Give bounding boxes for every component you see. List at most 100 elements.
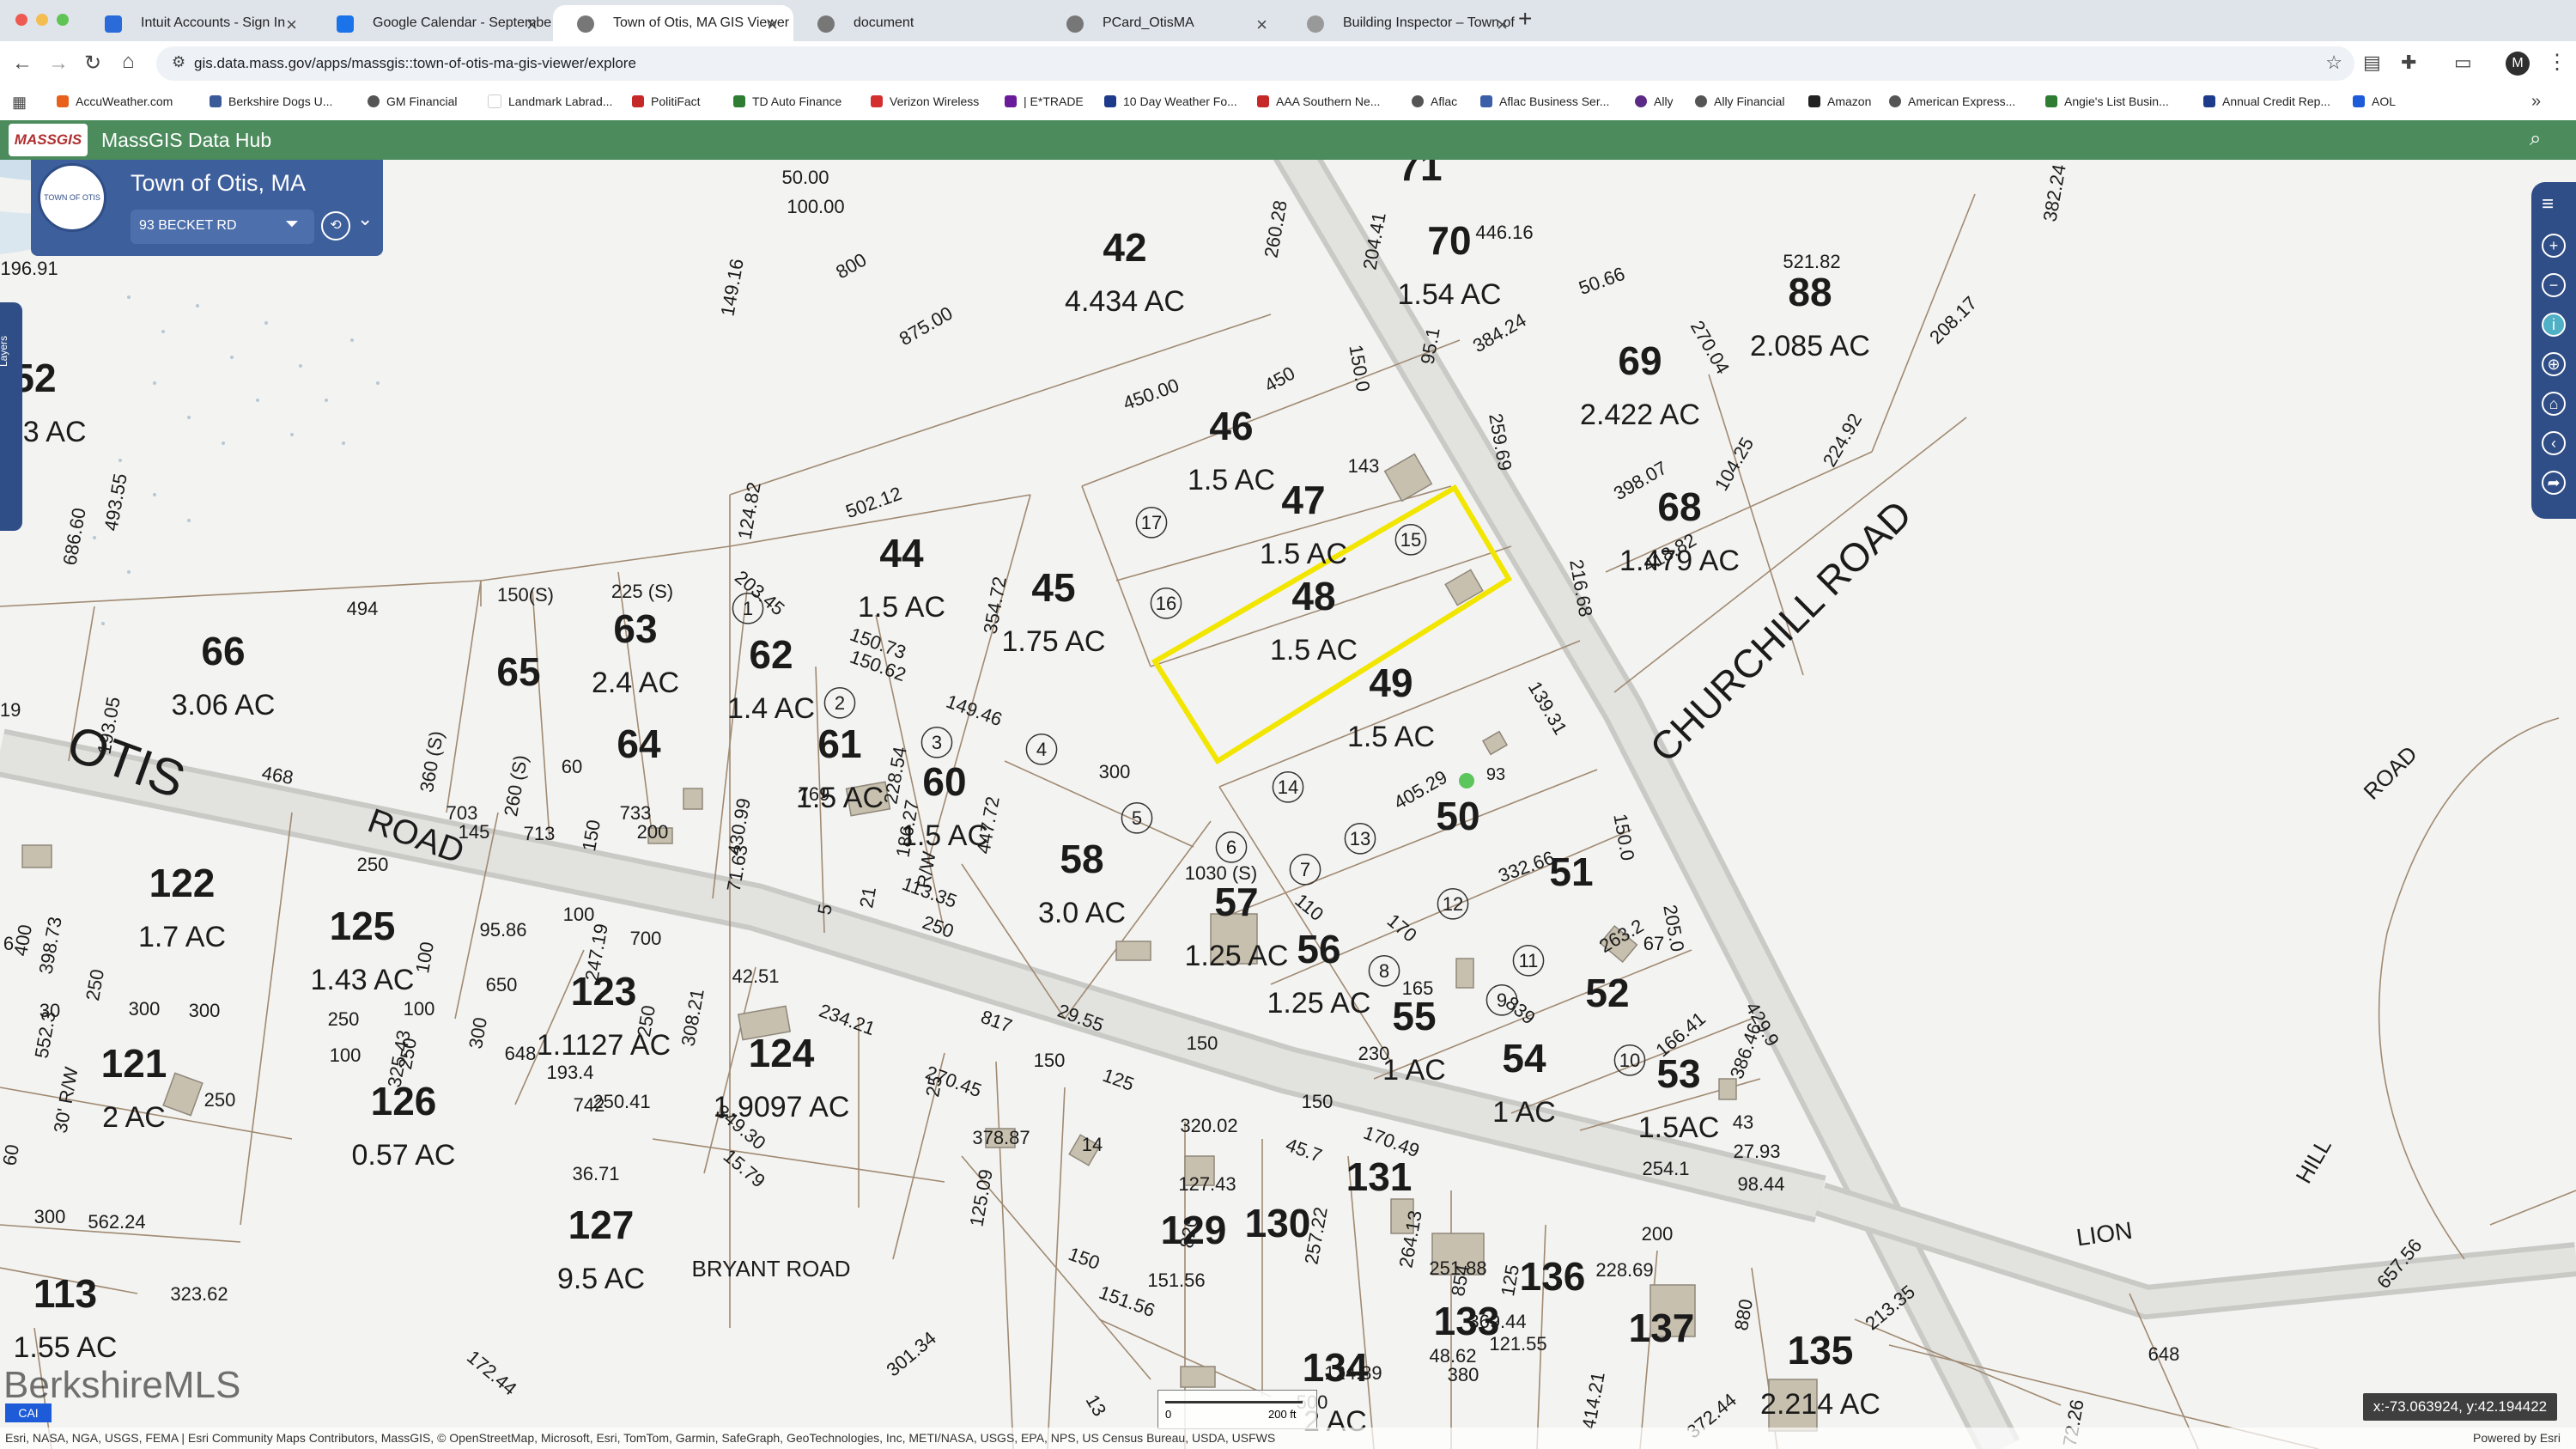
bookmark-item[interactable]: Amazon bbox=[1808, 94, 1871, 108]
reading-list-icon[interactable]: ▤ bbox=[2363, 52, 2381, 74]
close-tab-icon[interactable]: × bbox=[286, 14, 297, 36]
browser-tab[interactable]: document bbox=[793, 5, 1042, 41]
bookmark-item[interactable]: Ally Financial bbox=[1695, 94, 1784, 108]
bookmark-item[interactable]: AccuWeather.com bbox=[57, 94, 173, 108]
dimension-label: 14 bbox=[1082, 1134, 1103, 1155]
tab-label: Intuit Accounts - Sign In bbox=[141, 15, 286, 30]
browser-tab[interactable]: PCard_OtisMA × bbox=[1042, 5, 1283, 41]
road-label: BRYANT ROAD bbox=[692, 1256, 851, 1282]
browser-tab[interactable]: Google Calendar - Septembe × bbox=[313, 5, 553, 41]
bookmark-item[interactable]: GM Financial bbox=[368, 94, 457, 108]
bookmark-icon bbox=[210, 95, 222, 107]
attribution-bar: Esri, NASA, NGA, USGS, FEMA | Esri Commu… bbox=[0, 1428, 2576, 1449]
close-tab-icon[interactable]: × bbox=[526, 14, 538, 36]
lot-number-label: 2 bbox=[835, 692, 845, 714]
dimension-label: 27.93 bbox=[1733, 1141, 1780, 1162]
parcel-id-label: 54 bbox=[1502, 1036, 1546, 1081]
reload-icon[interactable]: ↻ bbox=[84, 51, 101, 76]
dimension-label: 369.44 bbox=[1468, 1311, 1526, 1332]
bookmark-star-icon[interactable]: ☆ bbox=[2325, 52, 2342, 74]
attribution-text: Esri, NASA, NGA, USGS, FEMA | Esri Commu… bbox=[5, 1431, 1276, 1445]
filter-icon[interactable]: ⏷ bbox=[285, 215, 299, 234]
apps-grid-icon[interactable]: ▦ bbox=[12, 94, 27, 112]
parcel-id-label: 46 bbox=[1209, 404, 1253, 448]
more-bookmarks-icon[interactable]: » bbox=[2531, 92, 2541, 112]
parcel-id-label: 65 bbox=[496, 649, 540, 694]
map-tools-strip: ≡ + − i ⊕ ⌂ ‹ ➦ bbox=[2531, 182, 2576, 519]
bookmark-item[interactable]: American Express... bbox=[1889, 94, 2015, 108]
bookmark-item[interactable]: Landmark Labrad... bbox=[488, 94, 612, 108]
dimension-label: 60 bbox=[0, 1142, 23, 1166]
map-canvas[interactable]: 42 4.434 AC 44 1.5 AC 45 1.75 AC 46 1.5 AC 47 1.5… bbox=[0, 160, 2576, 1449]
new-tab-icon[interactable]: + bbox=[1518, 5, 1532, 33]
parcel-map-svg[interactable]: 424.434 AC441.5 AC 451.75 AC461.5 AC 471.5… bbox=[0, 160, 2576, 1449]
address-search-field[interactable]: 93 BECKET RD ⏷ bbox=[131, 210, 314, 244]
bookmarks-bar: ▦ AccuWeather.com Berkshire Dogs U... GM… bbox=[0, 86, 2576, 121]
bookmark-item[interactable]: Aflac Business Ser... bbox=[1480, 94, 1609, 108]
bookmark-item[interactable]: | E*TRADE bbox=[1005, 94, 1084, 108]
location-pin-icon bbox=[1459, 773, 1474, 788]
side-panel-icon[interactable]: ▭ bbox=[2454, 52, 2472, 74]
menu-kebab-icon[interactable]: ⋮ bbox=[2547, 50, 2567, 75]
window-zoom-dot[interactable] bbox=[57, 14, 69, 26]
browser-tab-active[interactable]: Town of Otis, MA GIS Viewer × bbox=[553, 5, 793, 41]
window-minimize-dot[interactable] bbox=[36, 14, 48, 26]
hub-title[interactable]: MassGIS Data Hub bbox=[101, 129, 271, 152]
dimension-label: 323.62 bbox=[170, 1283, 228, 1305]
dimension-label: 100 bbox=[563, 904, 595, 925]
bookmark-item[interactable]: AOL bbox=[2353, 94, 2396, 108]
angies-list-icon bbox=[2045, 95, 2057, 107]
bookmark-item[interactable]: Annual Credit Rep... bbox=[2203, 94, 2330, 108]
back-icon[interactable]: ← bbox=[12, 52, 33, 76]
bookmark-item[interactable]: 10 Day Weather Fo... bbox=[1104, 94, 1237, 108]
browser-toolbar: ← → ↻ ⌂ ⚙ gis.data.mass.gov/apps/massgis… bbox=[0, 41, 2576, 86]
bookmark-item[interactable]: Verizon Wireless bbox=[871, 94, 979, 108]
home-extent-icon[interactable]: ⌂ bbox=[2542, 392, 2566, 416]
bookmark-item[interactable]: TD Auto Finance bbox=[733, 94, 841, 108]
layers-tab[interactable]: Layers bbox=[0, 302, 22, 531]
tab-label: document bbox=[854, 15, 914, 30]
lot-number-label: 7 bbox=[1300, 859, 1310, 880]
bookmark-item[interactable]: Angie's List Busin... bbox=[2045, 94, 2169, 108]
parcel-acreage-label: 3.0 AC bbox=[1038, 897, 1126, 929]
zoom-in-icon[interactable]: + bbox=[2542, 234, 2566, 258]
window-close-dot[interactable] bbox=[15, 14, 27, 26]
bookmark-item[interactable]: Aflac bbox=[1412, 94, 1457, 108]
parcel-id-label: 125 bbox=[330, 904, 396, 948]
close-tab-icon[interactable]: × bbox=[1497, 14, 1508, 36]
locate-icon[interactable]: ⊕ bbox=[2542, 352, 2566, 376]
address-bar[interactable]: ⚙ gis.data.mass.gov/apps/massgis::town-o… bbox=[156, 46, 2354, 81]
share-icon[interactable]: ➦ bbox=[2542, 471, 2566, 495]
collapse-panel-icon[interactable]: ⌄ bbox=[357, 208, 373, 230]
parcel-id-label: 49 bbox=[1369, 661, 1413, 705]
browser-tab[interactable]: Building Inspector – Town of × bbox=[1283, 5, 1523, 41]
powered-by-esri[interactable]: Powered by Esri bbox=[2473, 1431, 2561, 1445]
massgis-logo[interactable]: MASSGIS bbox=[9, 124, 88, 156]
ally-icon bbox=[1635, 95, 1647, 107]
avatar[interactable]: M bbox=[2506, 52, 2530, 76]
parcel-acreage-label: 1.5 AC bbox=[1260, 538, 1347, 570]
cai-logo: CAI bbox=[5, 1403, 52, 1422]
menu-icon[interactable]: ≡ bbox=[2542, 192, 2554, 216]
bookmark-item[interactable]: Ally bbox=[1635, 94, 1674, 108]
parcel-acreage-label: 2.4 AC bbox=[592, 667, 679, 699]
bookmark-item[interactable]: Berkshire Dogs U... bbox=[210, 94, 332, 108]
close-tab-icon[interactable]: × bbox=[767, 14, 778, 36]
globe-icon bbox=[1066, 15, 1084, 33]
home-icon[interactable]: ⌂ bbox=[122, 50, 135, 74]
zoom-out-icon[interactable]: − bbox=[2542, 273, 2566, 297]
browser-tab[interactable]: Intuit Accounts - Sign In × bbox=[81, 5, 313, 41]
info-icon[interactable]: i bbox=[2542, 313, 2566, 337]
parcel-id-label: 63 bbox=[613, 606, 657, 651]
bookmark-item[interactable]: PolitiFact bbox=[632, 94, 701, 108]
forward-icon[interactable]: → bbox=[48, 52, 69, 76]
extensions-icon[interactable]: ✚ bbox=[2401, 52, 2416, 74]
parcel-id-label: 51 bbox=[1549, 849, 1593, 894]
back-extent-icon[interactable]: ‹ bbox=[2542, 431, 2566, 455]
site-info-icon[interactable]: ⚙ bbox=[172, 53, 185, 71]
lasso-select-icon[interactable]: ⟲ bbox=[321, 211, 350, 240]
search-icon[interactable]: ⌕ bbox=[2530, 127, 2541, 151]
dimension-label: 650 bbox=[486, 974, 518, 995]
bookmark-item[interactable]: AAA Southern Ne... bbox=[1257, 94, 1380, 108]
close-tab-icon[interactable]: × bbox=[1256, 14, 1267, 36]
